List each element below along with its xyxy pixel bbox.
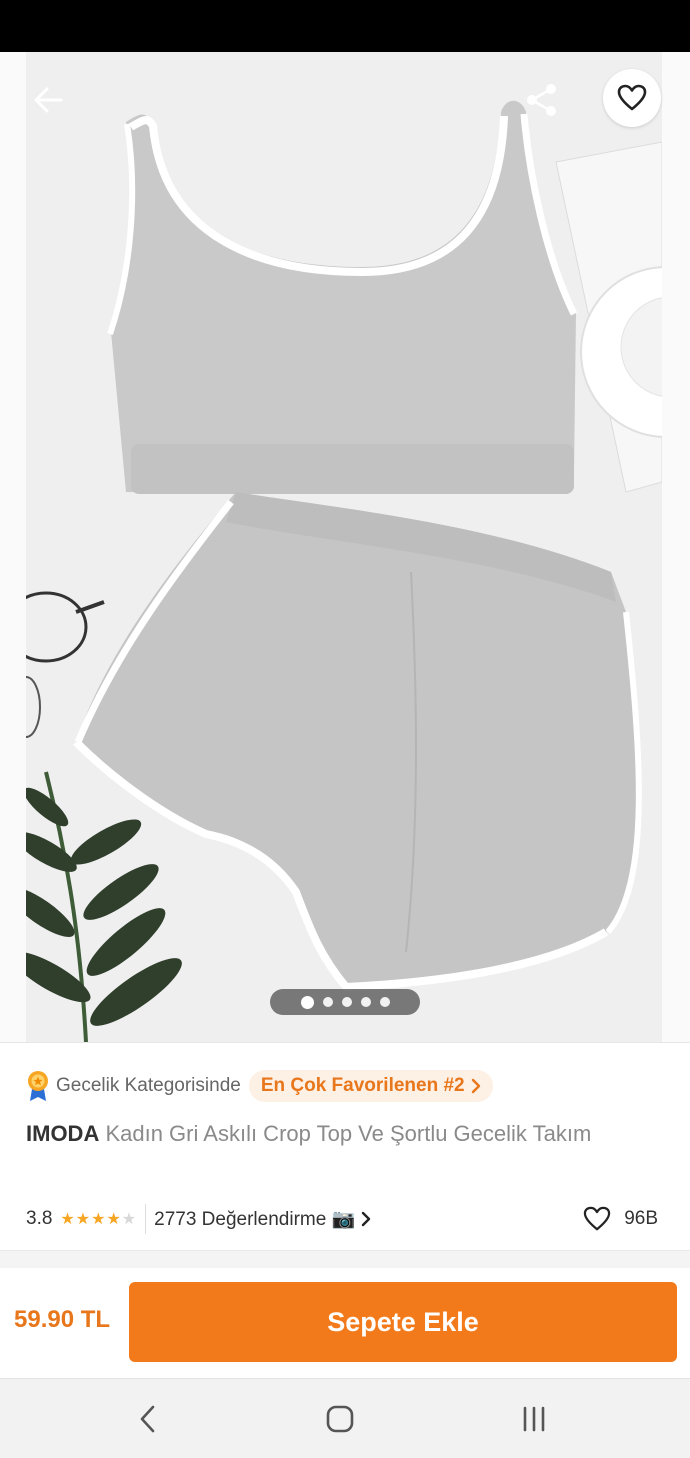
section-divider (0, 1250, 690, 1269)
image-pager (270, 989, 420, 1015)
add-to-cart-button[interactable]: Sepete Ekle (129, 1282, 677, 1362)
product-info: Gecelik Kategorisinde En Çok Favorilenen… (0, 1042, 690, 1251)
star-icon: ★ (75, 1211, 92, 1228)
product-name: Kadın Gri Askılı Crop Top Ve Şortlu Gece… (105, 1121, 592, 1146)
product-photo-illustration (26, 52, 662, 1042)
pager-dot (322, 997, 333, 1007)
product-photo[interactable] (26, 52, 662, 1042)
chevron-right-icon (471, 1078, 480, 1094)
status-bar (0, 0, 690, 52)
pager-dot (360, 997, 371, 1007)
price: 59.90 TL (14, 1306, 111, 1333)
reviews-link[interactable]: 2773 Değerlendirme 📷 (154, 1207, 371, 1231)
system-nav-bar (0, 1378, 690, 1458)
pager-dot-active (300, 995, 314, 1009)
heart-icon (584, 1206, 611, 1231)
like-count-value: 96B (624, 1208, 658, 1229)
pager-dot (379, 997, 390, 1007)
rating-stars: ★★★★★ (60, 1209, 137, 1229)
category-ranking-row: Gecelik Kategorisinde En Çok Favorilenen… (26, 1069, 493, 1103)
gallery-margin-right (662, 52, 690, 1042)
favorite-button[interactable] (603, 69, 661, 127)
recents-icon (523, 1406, 545, 1432)
pager-dot (341, 997, 352, 1007)
chevron-left-icon (140, 1405, 155, 1433)
most-favorited-label: En Çok Favorilenen #2 (260, 1075, 465, 1096)
reviews-count-label: 2773 Değerlendirme 📷 (154, 1209, 356, 1230)
product-title: IMODA Kadın Gri Askılı Crop Top Ve Şortl… (26, 1119, 646, 1149)
share-icon (527, 84, 556, 116)
back-button[interactable] (26, 82, 70, 118)
rating-score: 3.8 (26, 1208, 53, 1229)
heart-icon (617, 84, 647, 111)
rating-row: 3.8 ★★★★★ 2773 Değerlendirme 📷 96B (26, 1203, 666, 1235)
like-count[interactable]: 96B (582, 1206, 658, 1232)
category-label: Gecelik Kategorisinde (56, 1075, 241, 1096)
buy-bar: 59.90 TL Sepete Ekle (0, 1268, 690, 1378)
chevron-right-icon (362, 1211, 371, 1227)
medal-icon (28, 1071, 48, 1101)
star-icon: ★ (60, 1211, 76, 1228)
star-icon: ★ (91, 1211, 107, 1228)
product-brand[interactable]: IMODA (26, 1121, 99, 1146)
arrow-left-icon (34, 87, 63, 113)
share-button[interactable] (518, 78, 566, 122)
nav-home-button[interactable] (310, 1399, 370, 1439)
gallery-margin-left (0, 52, 26, 1042)
product-image-gallery[interactable] (0, 52, 690, 1042)
nav-recents-button[interactable] (504, 1399, 564, 1439)
star-icon: ★ (106, 1211, 122, 1228)
most-favorited-badge[interactable]: En Çok Favorilenen #2 (248, 1070, 493, 1102)
star-empty-icon: ★ (121, 1211, 138, 1228)
nav-back-button[interactable] (118, 1399, 178, 1439)
home-square-icon (326, 1405, 354, 1433)
divider (145, 1204, 147, 1234)
